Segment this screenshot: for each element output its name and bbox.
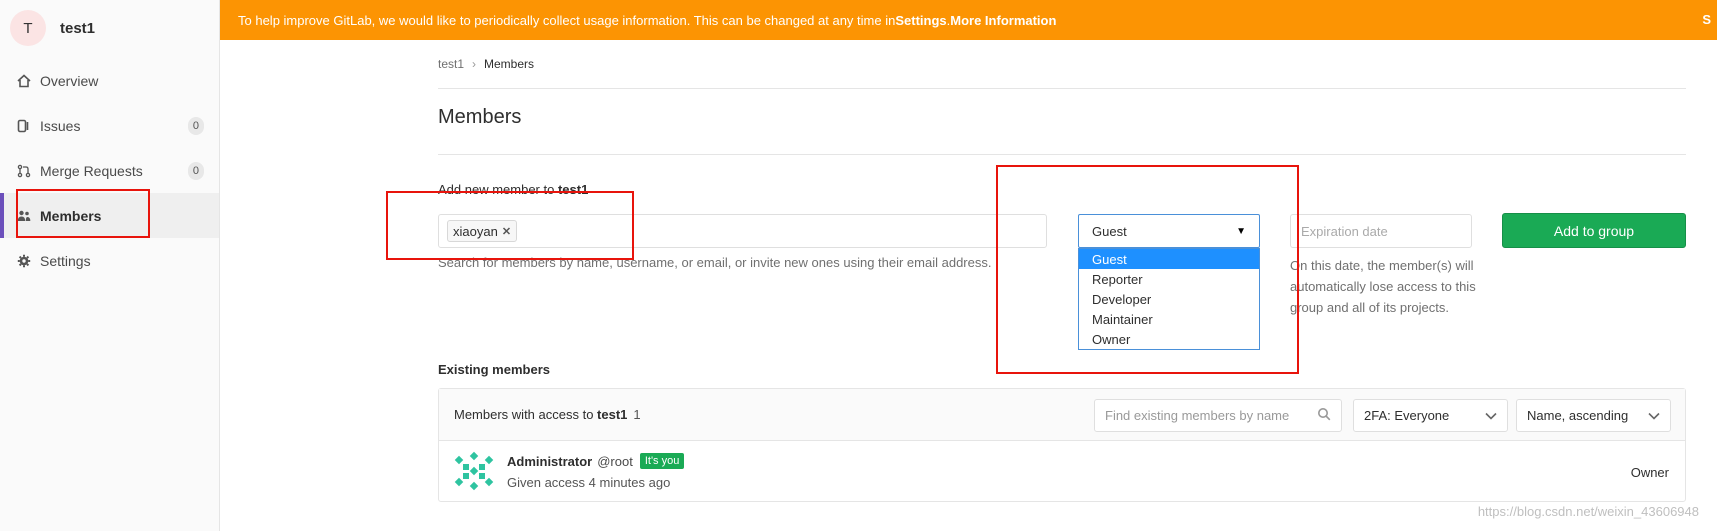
- breadcrumb: test1 › Members: [438, 57, 534, 71]
- group-header[interactable]: T test1: [10, 8, 95, 48]
- members-access-group: test1: [597, 407, 628, 422]
- issues-count-badge: 0: [187, 117, 204, 135]
- member-access-time: Given access 4 minutes ago: [507, 475, 671, 490]
- add-member-label-prefix: Add new member to: [438, 182, 558, 197]
- chevron-right-icon: ›: [472, 57, 477, 71]
- sidebar-item-overview[interactable]: Overview: [0, 58, 219, 103]
- avatar[interactable]: [454, 451, 494, 491]
- twofa-filter-value: 2FA: Everyone: [1364, 408, 1450, 423]
- issues-icon: [16, 118, 32, 134]
- member-identity: Administrator @root It's you: [507, 453, 685, 469]
- sort-dropdown[interactable]: Name, ascending: [1516, 399, 1671, 432]
- merge-request-icon: [16, 163, 32, 179]
- sidebar-item-merge-requests[interactable]: Merge Requests 0: [0, 148, 219, 193]
- add-to-group-button[interactable]: Add to group: [1502, 213, 1686, 248]
- home-icon: [16, 73, 32, 89]
- sidebar-item-label: Issues: [40, 117, 81, 134]
- twofa-filter-dropdown[interactable]: 2FA: Everyone: [1353, 399, 1508, 432]
- existing-members-panel: Members with access to test1 1 Find exist…: [438, 388, 1686, 502]
- existing-members-title: Existing members: [438, 362, 550, 377]
- breadcrumb-current[interactable]: Members: [484, 57, 534, 71]
- member-search-help: Search for members by name, username, or…: [438, 255, 992, 270]
- access-option-maintainer[interactable]: Maintainer: [1079, 309, 1259, 329]
- caret-down-icon: ▼: [1236, 225, 1246, 237]
- chevron-down-icon: [1485, 408, 1497, 423]
- close-icon[interactable]: ✕: [502, 225, 511, 238]
- usage-ping-banner: To help improve GitLab, we would like to…: [220, 0, 1717, 40]
- its-you-badge: It's you: [639, 453, 685, 469]
- access-option-reporter[interactable]: Reporter: [1079, 269, 1259, 289]
- search-icon[interactable]: [1317, 407, 1331, 424]
- add-member-group: test1: [557, 182, 589, 197]
- access-option-developer[interactable]: Developer: [1079, 289, 1259, 309]
- group-name: test1: [60, 19, 96, 37]
- sidebar-item-members[interactable]: Members: [0, 193, 219, 238]
- members-count: 1: [633, 407, 641, 422]
- member-name[interactable]: Administrator: [507, 454, 592, 469]
- token-label: xiaoyan: [453, 223, 498, 239]
- sidebar-item-label: Settings: [40, 252, 91, 269]
- member-role: Owner: [1630, 465, 1669, 480]
- sidebar-item-label: Merge Requests: [40, 162, 143, 179]
- users-icon: [16, 208, 32, 224]
- selected-user-token[interactable]: xiaoyan ✕: [447, 220, 518, 242]
- access-option-owner[interactable]: Owner: [1079, 329, 1259, 349]
- access-level-select[interactable]: Guest ▼: [1078, 214, 1260, 248]
- banner-close-button[interactable]: S: [1702, 12, 1711, 27]
- access-option-guest[interactable]: Guest: [1079, 249, 1259, 269]
- member-handle: @root: [597, 453, 633, 469]
- find-members-placeholder: Find existing members by name: [1105, 408, 1290, 423]
- divider: [438, 88, 1686, 89]
- sort-value: Name, ascending: [1527, 408, 1629, 423]
- find-members-input[interactable]: Find existing members by name: [1094, 399, 1342, 432]
- members-access-prefix: Members with access to: [454, 407, 598, 422]
- sidebar-item-label: Members: [40, 207, 102, 224]
- gear-icon: [16, 253, 32, 269]
- breadcrumb-parent[interactable]: test1: [438, 57, 464, 71]
- group-avatar: T: [10, 10, 46, 46]
- members-panel-header: Members with access to test1 1 Find exist…: [439, 389, 1685, 441]
- member-row: Administrator @root It's you Given acces…: [439, 441, 1685, 501]
- expiration-help: On this date, the member(s) will automat…: [1290, 258, 1476, 315]
- expiration-date-input[interactable]: Expiration date: [1290, 214, 1472, 248]
- member-search-input[interactable]: xiaoyan ✕: [438, 214, 1047, 248]
- group-sidebar: T test1 Overview Issues 0 Merge Requests…: [0, 0, 220, 531]
- access-level-selected: Guest: [1092, 223, 1127, 239]
- merge-requests-count-badge: 0: [187, 162, 204, 180]
- banner-text: To help improve GitLab, we would like to…: [238, 12, 896, 28]
- page-title: Members: [438, 106, 522, 128]
- sidebar-item-label: Overview: [40, 72, 99, 89]
- access-level-options: Guest Reporter Developer Maintainer Owne…: [1078, 248, 1260, 350]
- sidebar-item-settings[interactable]: Settings: [0, 238, 219, 283]
- divider: [438, 154, 1686, 155]
- chevron-down-icon: [1648, 408, 1660, 423]
- banner-settings-link[interactable]: Settings: [895, 13, 946, 28]
- add-member-label: Add new member to test1: [438, 182, 588, 197]
- sidebar-nav: Overview Issues 0 Merge Requests 0 Membe…: [0, 58, 219, 283]
- banner-more-info-link[interactable]: More Information: [950, 13, 1056, 28]
- watermark: https://blog.csdn.net/weixin_43606948: [1477, 504, 1699, 519]
- members-access-heading: Members with access to test1 1: [454, 407, 641, 422]
- sidebar-item-issues[interactable]: Issues 0: [0, 103, 219, 148]
